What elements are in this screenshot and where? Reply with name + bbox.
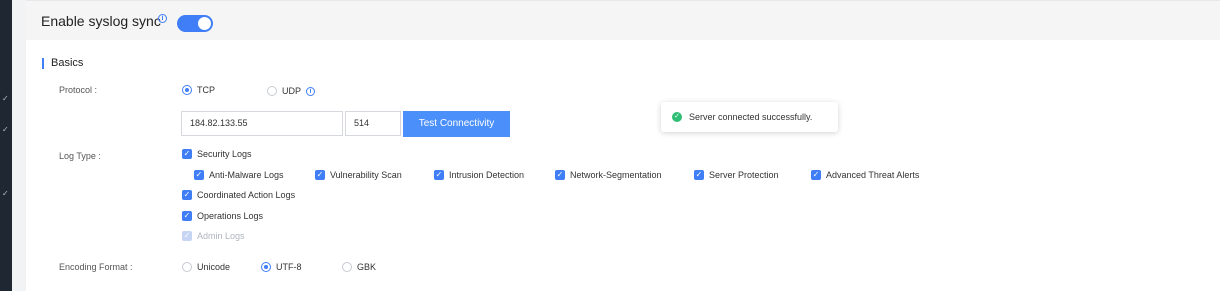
- page-title: Enable syslog sync: [41, 13, 161, 29]
- encoding-gbk-radio[interactable]: GBK: [342, 262, 376, 272]
- radio-icon: [182, 85, 192, 95]
- left-nav-strip: ✓ ✓ ✓: [0, 0, 12, 291]
- section-accent-bar: [42, 58, 44, 69]
- anti-malware-checkbox[interactable]: ✓ Anti-Malware Logs: [194, 170, 284, 180]
- protocol-label: Protocol :: [59, 85, 98, 95]
- checkbox-label: Security Logs: [197, 149, 252, 159]
- test-connectivity-button[interactable]: Test Connectivity: [403, 111, 510, 137]
- nav-check-icon: ✓: [2, 189, 9, 198]
- advanced-threat-alerts-checkbox[interactable]: ✓ Advanced Threat Alerts: [811, 170, 919, 180]
- encoding-utf8-radio[interactable]: UTF-8: [261, 262, 302, 272]
- radio-label: GBK: [357, 262, 377, 272]
- checkbox-label: Anti-Malware Logs: [209, 170, 284, 180]
- radio-icon: [342, 262, 352, 272]
- checkbox-label: Admin Logs: [197, 231, 245, 241]
- radio-icon: [261, 262, 271, 272]
- checkbox-icon: ✓: [434, 170, 444, 180]
- checkbox-icon: ✓: [182, 211, 192, 221]
- checkbox-label: Advanced Threat Alerts: [826, 170, 920, 180]
- radio-label: TCP: [197, 85, 215, 95]
- header-bar: Enable syslog sync i: [26, 0, 1220, 40]
- checkbox-icon: ✓: [811, 170, 821, 180]
- checkbox-label: Intrusion Detection: [449, 170, 525, 180]
- radio-icon: [182, 262, 192, 272]
- info-icon[interactable]: i: [306, 86, 316, 96]
- radio-icon: [267, 86, 277, 96]
- log-type-label: Log Type :: [59, 151, 101, 161]
- radio-label: UTF-8: [276, 262, 302, 272]
- admin-logs-checkbox: ✓ Admin Logs: [182, 231, 245, 241]
- settings-page: Enable syslog sync i Basics Protocol : T…: [26, 0, 1220, 291]
- server-protection-checkbox[interactable]: ✓ Server Protection: [694, 170, 779, 180]
- syslog-sync-toggle[interactable]: [177, 15, 213, 32]
- checkbox-icon: ✓: [182, 190, 192, 200]
- toast-message: Server connected successfully.: [689, 112, 813, 122]
- checkbox-label: Server Protection: [709, 170, 779, 180]
- check-circle-icon: ✓: [672, 112, 682, 122]
- success-toast: ✓ Server connected successfully.: [661, 102, 838, 132]
- checkbox-label: Network-Segmentation: [570, 170, 662, 180]
- radio-label: Unicode: [197, 262, 231, 272]
- checkbox-label: Vulnerability Scan: [330, 170, 402, 180]
- nav-check-icon: ✓: [2, 125, 9, 134]
- checkbox-icon: ✓: [194, 170, 204, 180]
- checkbox-label: Operations Logs: [197, 211, 264, 221]
- checkbox-icon: ✓: [315, 170, 325, 180]
- security-logs-checkbox[interactable]: ✓ Security Logs: [182, 149, 252, 159]
- section-title: Basics: [51, 57, 84, 69]
- vulnerability-scan-checkbox[interactable]: ✓ Vulnerability Scan: [315, 170, 402, 180]
- radio-label: UDP: [282, 86, 302, 96]
- encoding-format-label: Encoding Format :: [59, 262, 133, 272]
- checkbox-icon: ✓: [182, 231, 192, 241]
- protocol-udp-radio[interactable]: UDP i: [267, 86, 316, 96]
- checkbox-label: Coordinated Action Logs: [197, 190, 296, 200]
- network-segmentation-checkbox[interactable]: ✓ Network-Segmentation: [555, 170, 662, 180]
- intrusion-detection-checkbox[interactable]: ✓ Intrusion Detection: [434, 170, 524, 180]
- checkbox-icon: ✓: [694, 170, 704, 180]
- operations-logs-checkbox[interactable]: ✓ Operations Logs: [182, 211, 263, 221]
- protocol-tcp-radio[interactable]: TCP: [182, 85, 215, 95]
- encoding-unicode-radio[interactable]: Unicode: [182, 262, 230, 272]
- checkbox-icon: ✓: [555, 170, 565, 180]
- info-icon[interactable]: i: [158, 14, 167, 23]
- toggle-knob: [198, 17, 211, 30]
- nav-check-icon: ✓: [2, 94, 9, 103]
- coordinated-action-logs-checkbox[interactable]: ✓ Coordinated Action Logs: [182, 190, 295, 200]
- server-address-input[interactable]: 184.82.133.55: [181, 111, 343, 136]
- checkbox-icon: ✓: [182, 149, 192, 159]
- server-port-input[interactable]: 514: [345, 111, 401, 136]
